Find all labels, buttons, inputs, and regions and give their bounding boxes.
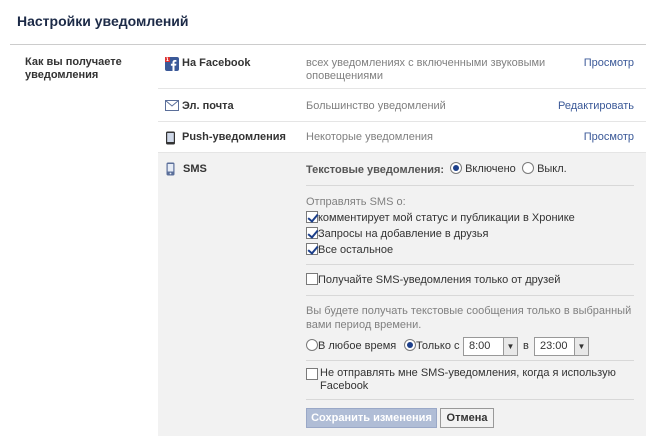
- row-description: Некоторые уведомления: [306, 131, 434, 143]
- sms-off-radio[interactable]: [522, 162, 534, 174]
- from-time-value: 8:00: [469, 340, 491, 352]
- option-friend-requests[interactable]: Запросы на добавление в друзья: [306, 227, 488, 240]
- row-name: Эл. почта: [182, 100, 234, 112]
- option-dont-send[interactable]: Не отправлять мне SMS-уведомления, когда…: [306, 367, 636, 393]
- friend-requests-checkbox[interactable]: [306, 227, 318, 239]
- envelope-icon: [165, 100, 179, 114]
- divider: [306, 264, 634, 265]
- dont-send-checkbox[interactable]: [306, 368, 318, 380]
- section-label: Как вы получаете уведомления: [25, 56, 122, 81]
- friend-requests-label: Запросы на добавление в друзья: [318, 228, 489, 240]
- row-description: всех уведомлениях с включенными звуковым…: [306, 57, 546, 82]
- mobile-icon: [166, 162, 175, 179]
- to-time-value: 23:00: [540, 340, 568, 352]
- option-friends-only[interactable]: Получайте SMS-уведомления только от друз…: [306, 273, 560, 286]
- divider: [306, 295, 634, 296]
- friends-only-checkbox[interactable]: [306, 273, 318, 285]
- option-everything-else[interactable]: Все остальное: [306, 243, 393, 256]
- notification-row-facebook: 1 На Facebook всех уведомлениях с включе…: [158, 46, 646, 89]
- phone-icon: [165, 131, 176, 148]
- row-name: На Facebook: [182, 57, 251, 69]
- notification-row-email: Эл. почта Большинство уведомлений Редакт…: [158, 89, 646, 122]
- divider: [306, 360, 634, 361]
- anytime-label: В любое время: [318, 340, 397, 352]
- view-push-link[interactable]: Просмотр: [584, 131, 634, 143]
- everything-else-label: Все остальное: [318, 244, 394, 256]
- only-from-radio-group[interactable]: Только с: [404, 339, 460, 352]
- only-from-label: Только с: [416, 340, 460, 352]
- text-notifications-label: Текстовые уведомления:: [306, 164, 445, 176]
- row-name: Push-уведомления: [182, 131, 286, 143]
- facebook-icon: 1: [165, 57, 179, 74]
- anytime-radio[interactable]: [306, 339, 318, 351]
- to-time-select[interactable]: 23:00 ▼: [534, 337, 589, 356]
- anytime-radio-group[interactable]: В любое время: [306, 339, 396, 352]
- notification-row-push: Push-уведомления Некоторые уведомления П…: [158, 122, 646, 153]
- from-time-select[interactable]: 8:00 ▼: [463, 337, 518, 356]
- sms-on-radio[interactable]: [450, 162, 462, 174]
- sms-off-label: Выкл.: [537, 163, 567, 175]
- option-status-comments[interactable]: комментирует мой статус и публикации в Х…: [306, 211, 575, 224]
- sms-settings-panel: SMS Текстовые уведомления: Включено Выкл…: [158, 153, 646, 436]
- status-comments-checkbox[interactable]: [306, 211, 318, 223]
- page-title: Настройки уведомлений: [17, 13, 189, 29]
- friends-only-label: Получайте SMS-уведомления только от друз…: [318, 274, 561, 286]
- dont-send-label: Не отправлять мне SMS-уведомления, когда…: [320, 367, 616, 392]
- everything-else-checkbox[interactable]: [306, 243, 318, 255]
- sms-on-radio-group[interactable]: Включено: [450, 162, 516, 175]
- sms-label: SMS: [183, 163, 207, 175]
- time-info-text: Вы будете получать текстовые сообщения т…: [306, 305, 632, 331]
- edit-email-link[interactable]: Редактировать: [558, 100, 634, 112]
- chevron-down-icon: ▼: [503, 338, 517, 355]
- save-changes-button[interactable]: Сохранить изменения: [306, 408, 437, 428]
- title-divider: [10, 44, 646, 45]
- cancel-button[interactable]: Отмена: [440, 408, 494, 428]
- view-facebook-link[interactable]: Просмотр: [584, 57, 634, 69]
- only-from-radio[interactable]: [404, 339, 416, 351]
- row-description: Большинство уведомлений: [306, 100, 446, 112]
- status-comments-label: комментирует мой статус и публикации в Х…: [318, 212, 575, 224]
- chevron-down-icon: ▼: [574, 338, 588, 355]
- sms-on-label: Включено: [465, 163, 516, 175]
- sms-off-radio-group[interactable]: Выкл.: [522, 162, 567, 175]
- svg-text:1: 1: [166, 57, 169, 63]
- divider: [306, 399, 634, 400]
- send-about-label: Отправлять SMS о:: [306, 196, 406, 208]
- to-label: в: [523, 340, 529, 352]
- divider: [306, 185, 634, 186]
